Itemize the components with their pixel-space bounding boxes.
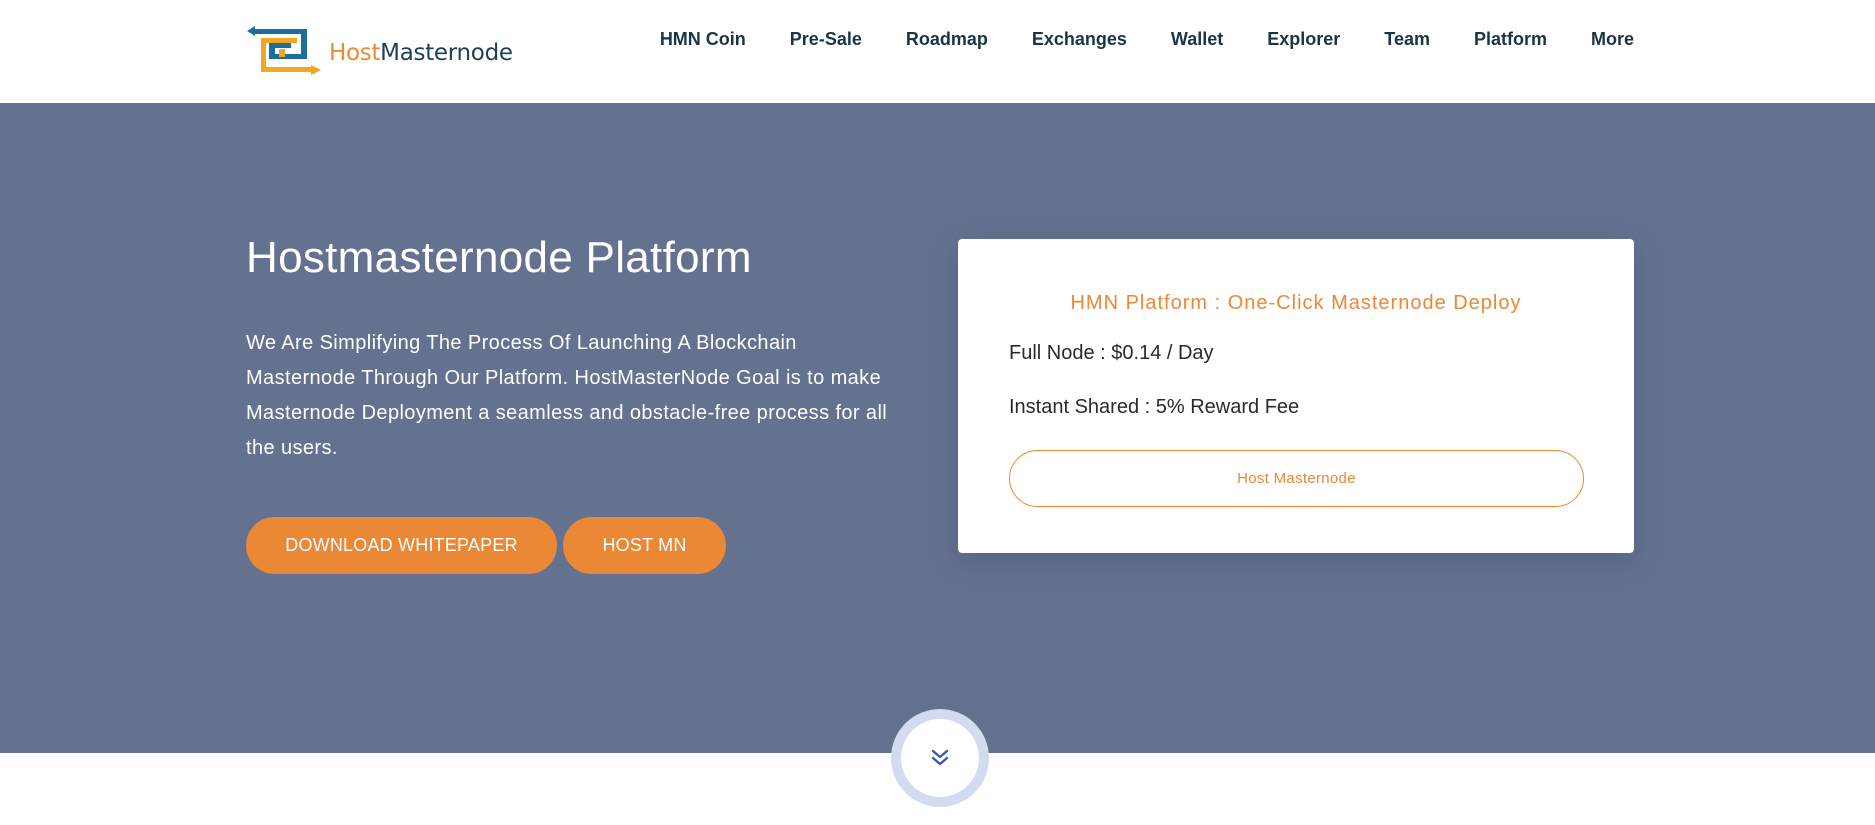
nav-item-roadmap[interactable]: Roadmap: [906, 29, 988, 50]
instant-shared-fee: Instant Shared : 5% Reward Fee: [1009, 396, 1300, 418]
hero-title: Hostmasternode Platform: [246, 233, 752, 282]
chevron-double-down-icon: [931, 749, 949, 766]
nav-item-exchanges[interactable]: Exchanges: [1032, 29, 1127, 50]
download-whitepaper-button[interactable]: DOWNLOAD WHITEPAPER: [246, 517, 557, 574]
site-header: HostMasternode HMN Coin Pre-Sale Roadmap…: [0, 0, 1875, 103]
hmn-logo-icon: [247, 26, 321, 75]
main-nav: HMN Coin Pre-Sale Roadmap Exchanges Wall…: [660, 26, 1634, 52]
logo-wordmark: HostMasternode: [329, 40, 513, 66]
platform-card: HMN Platform : One-Click Masternode Depl…: [958, 239, 1634, 553]
nav-item-pre-sale[interactable]: Pre-Sale: [790, 29, 862, 50]
host-masternode-button[interactable]: Host Masternode: [1009, 450, 1584, 507]
scroll-down-inner: [901, 719, 979, 797]
nav-item-explorer[interactable]: Explorer: [1267, 29, 1340, 50]
nav-item-platform[interactable]: Platform: [1474, 29, 1547, 50]
host-mn-button[interactable]: HOST MN: [563, 517, 726, 574]
nav-item-more[interactable]: More: [1591, 29, 1634, 50]
nav-item-hmn-coin[interactable]: HMN Coin: [660, 29, 746, 50]
nav-item-wallet[interactable]: Wallet: [1171, 29, 1223, 50]
scroll-down-button[interactable]: [891, 709, 989, 807]
logo-text-masternode: Masternode: [380, 40, 513, 66]
hero-section: Hostmasternode Platform We Are Simplifyi…: [0, 103, 1875, 753]
nav-item-team[interactable]: Team: [1384, 29, 1430, 50]
full-node-price: Full Node : $0.14 / Day: [1009, 342, 1214, 364]
hero-description: We Are Simplifying The Process Of Launch…: [246, 332, 888, 459]
logo-text-host: Host: [329, 40, 381, 66]
site-logo[interactable]: HostMasternode: [245, 24, 513, 82]
card-title: HMN Platform : One-Click Masternode Depl…: [1070, 292, 1522, 314]
